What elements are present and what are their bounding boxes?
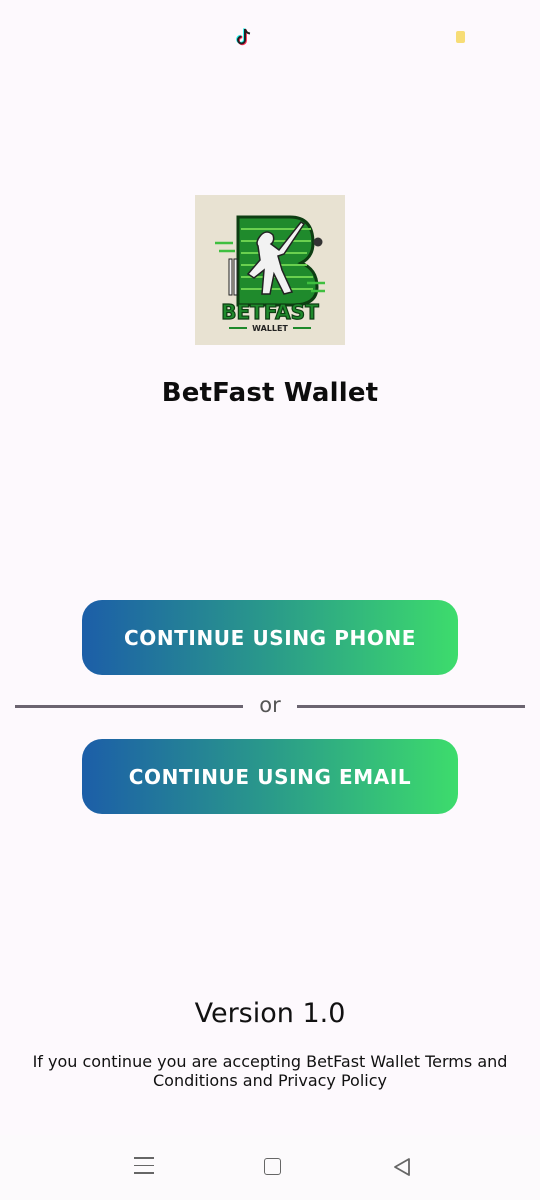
continue-phone-button[interactable]: CONTINUE USING PHONE <box>82 600 458 675</box>
navigation-bar <box>0 1135 540 1200</box>
battery-icon <box>456 31 465 43</box>
logo-brand-text: BETFAST <box>221 300 319 324</box>
status-bar <box>0 0 540 70</box>
menu-icon[interactable] <box>134 1157 154 1175</box>
version-label: Version 1.0 <box>194 998 346 1029</box>
continue-email-button[interactable]: CONTINUE USING EMAIL <box>82 739 458 814</box>
logo-sub-text: WALLET <box>252 324 288 333</box>
divider-line-left <box>15 705 243 708</box>
divider-or-text: or <box>259 693 281 717</box>
login-screen: BETFAST WALLET BetFast Wallet CONTINUE U… <box>0 0 540 1200</box>
divider-line-right <box>297 705 525 708</box>
tiktok-icon <box>236 28 251 46</box>
app-title: BetFast Wallet <box>161 378 379 408</box>
home-icon[interactable] <box>264 1158 281 1175</box>
back-icon[interactable] <box>392 1157 412 1177</box>
terms-notice: If you continue you are accepting BetFas… <box>32 1052 508 1090</box>
app-logo: BETFAST WALLET <box>195 195 345 345</box>
